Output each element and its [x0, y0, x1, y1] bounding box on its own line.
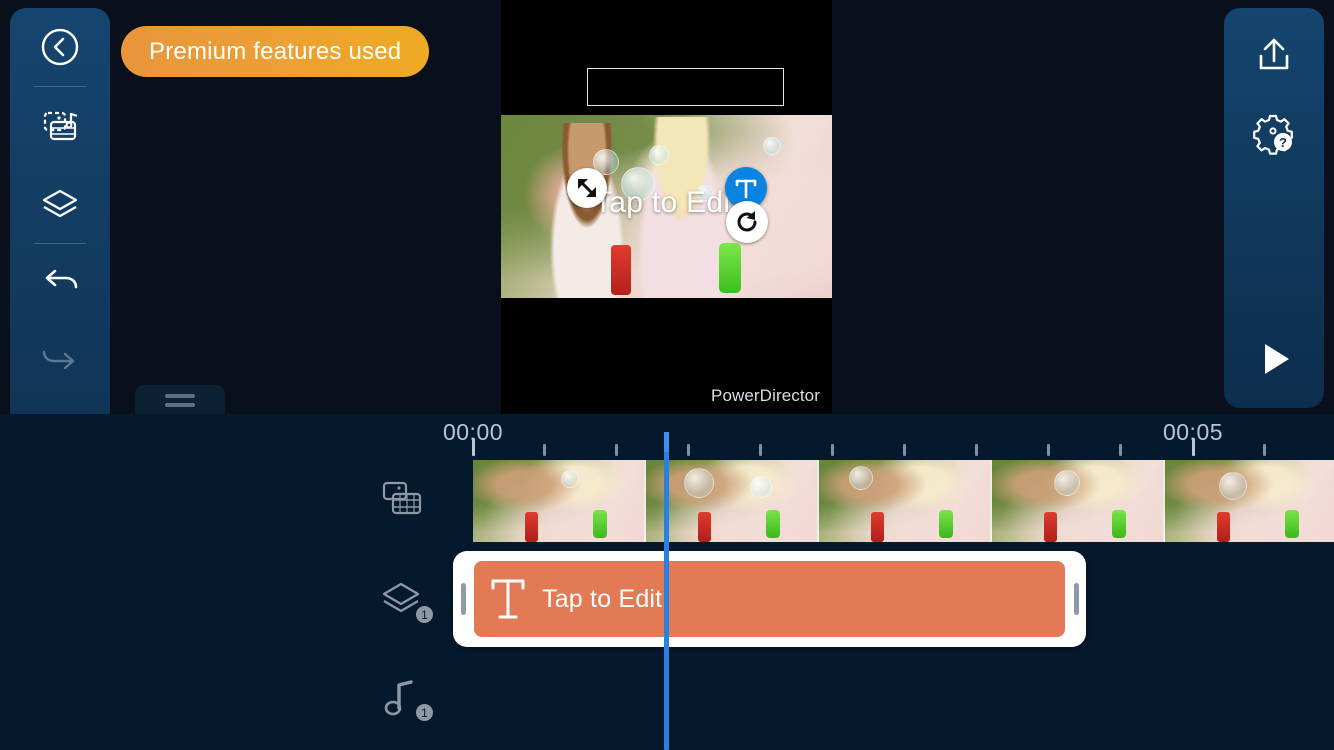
media-button[interactable] [10, 87, 110, 165]
preview-region: PowerDirector Tap to Edit Premium featur… [0, 0, 1334, 415]
share-upload-icon [1259, 38, 1289, 70]
premium-features-badge-label: Premium features used [149, 37, 402, 65]
track-icon-column: 1 1 [372, 458, 434, 750]
ruler-tick [543, 444, 546, 456]
layers-button[interactable] [10, 165, 110, 243]
video-preview-stage[interactable]: PowerDirector [501, 0, 832, 414]
ruler-tick [687, 444, 690, 456]
preview-prop-red-bottle [525, 512, 538, 542]
svg-text:?: ? [1279, 135, 1287, 150]
ruler-tick [759, 444, 762, 456]
preview-video-frame [501, 115, 832, 298]
playhead-head[interactable] [664, 432, 669, 452]
text-clip-selected[interactable]: Tap to Edit [453, 551, 1086, 647]
audio-track-icon-button[interactable]: 1 [372, 670, 434, 726]
drag-lines-icon [165, 393, 195, 398]
film-strip-icon [382, 481, 422, 515]
preview-prop-red-bottle [871, 512, 884, 542]
powerdirector-watermark: PowerDirector [711, 386, 820, 405]
text-selection-box[interactable] [587, 68, 784, 106]
ruler-tick [1263, 444, 1266, 456]
ruler-tick [1192, 438, 1195, 456]
export-button[interactable] [1224, 16, 1324, 94]
trim-handle-right[interactable] [1066, 583, 1086, 615]
back-button[interactable] [10, 8, 110, 86]
audio-track-badge: 1 [415, 703, 434, 722]
premium-features-badge[interactable]: Premium features used [121, 26, 430, 77]
play-icon [1265, 344, 1289, 374]
bubble-icon [1219, 472, 1247, 500]
bubble-icon [649, 145, 669, 165]
preview-prop-green-bottle [593, 510, 607, 538]
ruler-tick [975, 444, 978, 456]
playhead[interactable] [664, 432, 669, 750]
powerdirector-editor: PowerDirector Tap to Edit Premium featur… [0, 0, 1334, 750]
bubble-icon [561, 470, 579, 488]
preview-prop-red-bottle [1217, 512, 1230, 542]
bubble-icon [849, 466, 873, 490]
drag-lines-icon [165, 402, 195, 407]
ruler-tick [472, 438, 475, 456]
bubble-icon [697, 185, 713, 201]
ruler-tick [831, 444, 834, 456]
text-t-icon [491, 579, 525, 619]
ruler-tick [903, 444, 906, 456]
trim-handle-left[interactable] [453, 583, 473, 615]
video-clip[interactable] [473, 460, 1334, 542]
ruler-tick [1119, 444, 1122, 456]
bubble-icon [750, 476, 772, 498]
rotate-icon[interactable] [726, 201, 768, 243]
layers-icon [42, 189, 78, 218]
preview-prop-green-bottle [719, 243, 741, 293]
bubble-icon [1054, 470, 1080, 496]
grip-bar [1073, 583, 1079, 615]
ruler-tick [615, 444, 618, 456]
preview-prop-green-bottle [1285, 510, 1299, 538]
play-button[interactable] [1224, 320, 1324, 398]
preview-prop-green-bottle [766, 510, 780, 538]
bubble-icon [684, 468, 714, 498]
ruler-tick [1047, 444, 1050, 456]
video-thumbnail [473, 460, 646, 542]
gear-question-icon: ? [1253, 114, 1293, 155]
undo-button[interactable] [10, 244, 110, 322]
overlay-track-badge: 1 [415, 605, 434, 624]
text-clip-label: Tap to Edit [542, 584, 663, 613]
panel-drag-tab[interactable] [135, 385, 225, 415]
redo-button[interactable] [10, 322, 110, 400]
overlay-track-icon-button[interactable]: 1 [372, 572, 434, 628]
settings-help-button[interactable]: ? [1224, 94, 1324, 172]
resize-diagonal-icon[interactable] [567, 168, 607, 208]
preview-prop-green-bottle [939, 510, 953, 538]
preview-prop-red-bottle [698, 512, 711, 542]
video-thumbnail [819, 460, 992, 542]
grip-bar [460, 583, 466, 615]
undo-icon [45, 269, 78, 289]
back-circle-icon [41, 28, 79, 66]
bubble-icon [621, 167, 655, 201]
preview-prop-red-bottle [611, 245, 631, 295]
text-clip[interactable]: Tap to Edit [474, 561, 1065, 637]
preview-prop-green-bottle [1112, 510, 1126, 538]
bubble-icon [763, 137, 781, 155]
video-thumbnail [992, 460, 1165, 542]
video-thumbnail [1165, 460, 1334, 542]
preview-prop-red-bottle [1044, 512, 1057, 542]
right-toolbar: ? [1224, 8, 1324, 408]
video-track-icon-button[interactable] [372, 472, 432, 528]
video-thumbnail [646, 460, 819, 542]
redo-icon [42, 350, 75, 370]
media-music-icon [43, 111, 78, 141]
